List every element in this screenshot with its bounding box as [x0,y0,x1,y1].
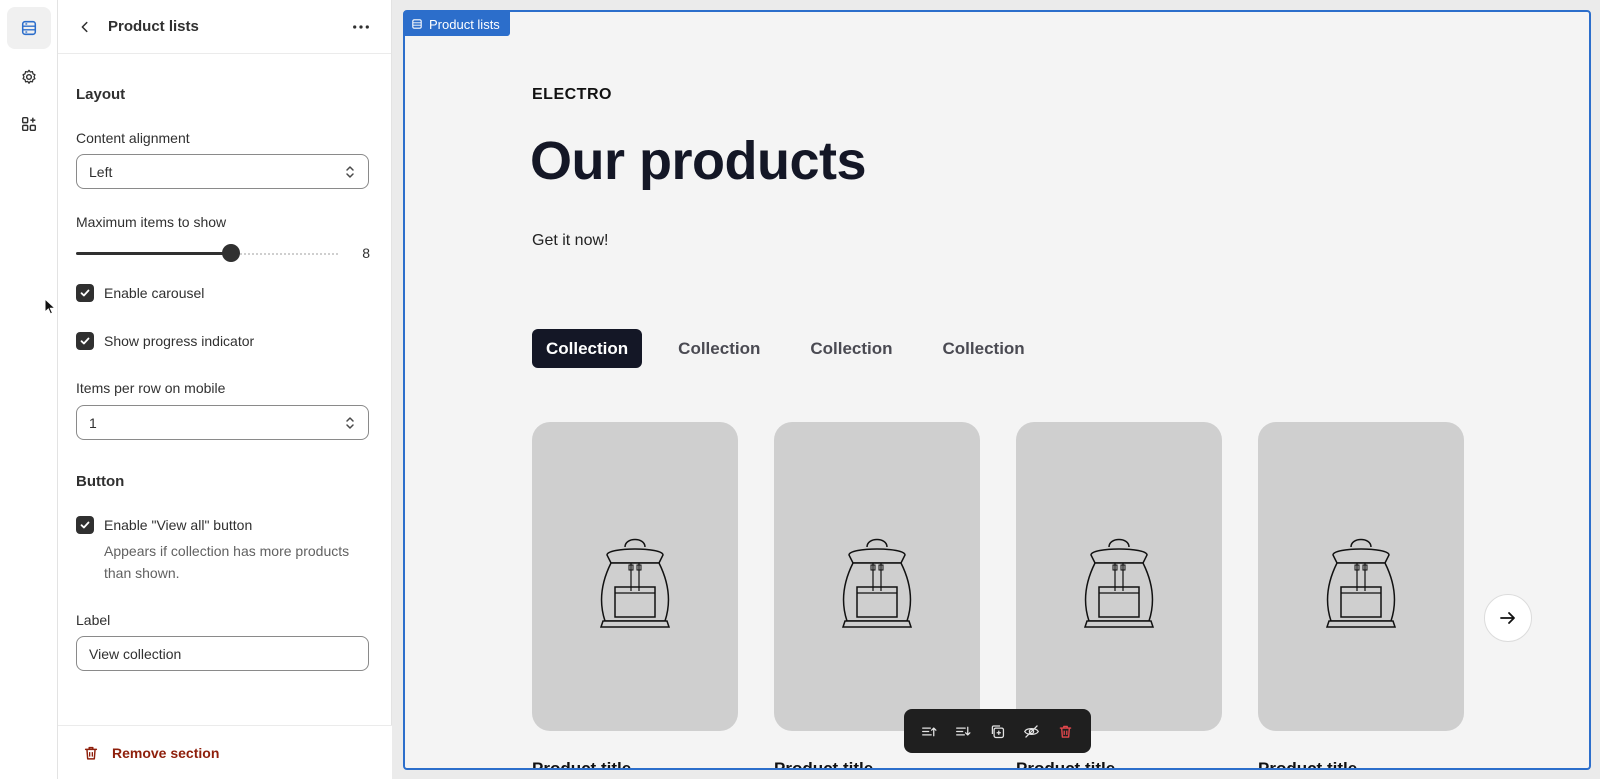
enable-carousel-label: Enable carousel [104,285,205,301]
section-headline: Our products [530,131,867,191]
content-alignment-select[interactable]: Left [76,154,369,189]
layout-heading: Layout [76,86,126,103]
back-button[interactable] [76,18,94,36]
checkmark-icon [80,337,90,345]
product-card[interactable]: Product title [1258,422,1464,770]
icon-rail [0,0,58,779]
enable-view-all-label: Enable "View all" button [104,517,253,533]
chevron-left-icon [81,21,88,32]
select-chevron-icon [346,165,354,178]
duplicate-button[interactable] [983,717,1011,745]
product-card[interactable]: Product title [532,422,738,770]
label-field-label: Label [76,612,111,628]
collection-tab[interactable]: Collection [664,329,774,368]
product-image-placeholder [1016,422,1222,731]
mouse-cursor-icon [44,298,56,315]
product-image-placeholder [1258,422,1464,731]
carousel-next-button[interactable] [1484,594,1532,642]
slider-thumb[interactable] [222,244,240,262]
label-text-input[interactable]: View collection [76,636,369,671]
collection-tab[interactable]: Collection [532,329,643,368]
slider-fill [76,252,231,255]
slider-track-rest [231,253,338,255]
preview-canvas[interactable]: ELECTRO Our products Get it now! Collect… [403,10,1591,770]
duplicate-icon [991,724,1005,738]
enable-view-all-checkbox[interactable]: Enable "View all" button [76,516,252,534]
brand-label: ELECTRO [532,86,612,103]
more-horizontal-icon [353,24,369,29]
checkbox-checked[interactable] [76,284,94,302]
settings-panel: Product lists Layout Content alignment L… [58,0,392,779]
collection-tabs: Collection Collection Collection Collect… [532,329,1061,368]
apps-rail-button[interactable] [7,103,51,145]
remove-section-button[interactable]: Remove section [58,725,392,779]
checkmark-icon [80,521,90,529]
max-items-slider[interactable] [76,244,338,262]
sections-rail-button[interactable] [7,7,51,49]
checkbox-checked[interactable] [76,332,94,350]
move-down-button[interactable] [949,717,977,745]
checkbox-checked[interactable] [76,516,94,534]
section-tag[interactable]: Product lists [403,12,510,36]
max-items-value: 8 [362,245,370,261]
remove-section-label: Remove section [112,744,220,761]
panel-title: Product lists [108,18,199,35]
items-per-row-label: Items per row on mobile [76,380,226,396]
trash-icon [84,746,98,760]
product-title: Product title [532,759,632,770]
apps-icon [21,116,37,132]
delete-button[interactable] [1052,717,1080,745]
delete-icon [1060,725,1072,738]
section-subtitle: Get it now! [532,232,609,249]
product-title: Product title [1258,759,1358,770]
gear-icon [22,69,36,84]
button-heading: Button [76,473,125,490]
move-up-icon [921,726,937,736]
section-toolbar [904,709,1091,753]
product-title: Product title [774,759,874,770]
move-up-button[interactable] [915,717,943,745]
view-all-help-text: Appears if collection has more products … [104,543,350,581]
section-tag-label: Product lists [429,16,500,32]
enable-carousel-checkbox[interactable]: Enable carousel [76,284,204,302]
product-image-placeholder [532,422,738,731]
checkmark-icon [80,289,90,297]
product-image-placeholder [774,422,980,731]
panel-header: Product lists [58,0,391,54]
collection-tab[interactable]: Collection [929,329,1039,368]
select-chevron-icon [346,416,354,429]
arrow-right-icon [1500,612,1515,624]
items-per-row-value: 1 [89,414,97,431]
backpack-icon [1325,538,1397,628]
move-down-icon [955,726,971,736]
content-alignment-value: Left [89,163,113,180]
hide-button[interactable] [1018,717,1046,745]
sections-icon [21,20,37,36]
max-items-label: Maximum items to show [76,214,227,230]
collection-tab[interactable]: Collection [796,329,906,368]
content-alignment-label: Content alignment [76,130,190,146]
backpack-icon [841,538,913,628]
items-per-row-select[interactable]: 1 [76,405,369,440]
settings-rail-button[interactable] [7,56,51,98]
show-progress-label: Show progress indicator [104,333,255,349]
backpack-icon [599,538,671,628]
label-input-value: View collection [89,645,182,662]
product-title: Product title [1016,759,1116,770]
backpack-icon [1083,538,1155,628]
sections-icon [412,19,422,29]
show-progress-checkbox[interactable]: Show progress indicator [76,332,254,350]
hide-icon [1024,724,1040,738]
more-actions-button[interactable] [349,15,373,39]
